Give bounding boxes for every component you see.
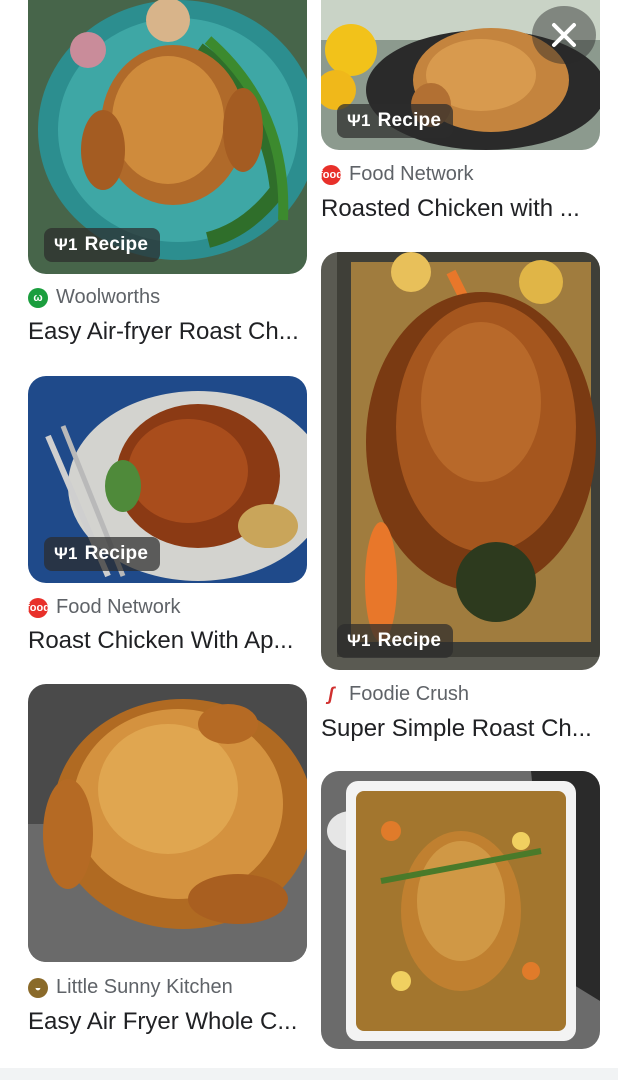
source-label[interactable]: ω Woolworths bbox=[28, 286, 160, 309]
close-icon bbox=[552, 23, 576, 47]
source-label[interactable]: ʃ Foodie Crush bbox=[321, 683, 469, 706]
result-title[interactable]: Roast Chicken With Ap... bbox=[28, 627, 313, 655]
result-thumbnail[interactable]: Ψ1 Recipe bbox=[321, 252, 600, 670]
close-button[interactable] bbox=[532, 6, 596, 64]
result-title[interactable]: Easy Air-fryer Roast Ch... bbox=[28, 318, 313, 346]
bottom-scroll-edge bbox=[0, 1068, 618, 1080]
fork-knife-icon: Ψ1 bbox=[347, 631, 371, 650]
result-thumbnail[interactable]: Ψ1 Recipe bbox=[28, 0, 307, 274]
fork-knife-icon: Ψ1 bbox=[54, 544, 78, 563]
result-thumbnail[interactable] bbox=[321, 771, 600, 1049]
little-sunny-kitchen-logo: ◒ bbox=[28, 977, 48, 998]
woolworths-logo: ω bbox=[28, 287, 48, 308]
recipe-badge: Ψ1 Recipe bbox=[337, 104, 454, 138]
result-title[interactable]: Super Simple Roast Ch... bbox=[321, 715, 611, 743]
recipe-badge: Ψ1 Recipe bbox=[44, 228, 161, 262]
source-label[interactable]: food Food Network bbox=[319, 163, 473, 186]
recipe-badge: Ψ1 Recipe bbox=[337, 624, 454, 658]
recipe-badge: Ψ1 Recipe bbox=[44, 537, 161, 571]
food-network-logo: food bbox=[319, 164, 343, 185]
food-network-logo: food bbox=[26, 597, 50, 618]
fork-knife-icon: Ψ1 bbox=[54, 235, 78, 254]
source-label[interactable]: food Food Network bbox=[26, 596, 180, 619]
foodie-crush-logo: ʃ bbox=[328, 684, 334, 704]
result-thumbnail[interactable]: Ψ1 Recipe bbox=[28, 376, 307, 583]
fork-knife-icon: Ψ1 bbox=[347, 111, 371, 130]
source-label[interactable]: ◒ Little Sunny Kitchen bbox=[28, 976, 233, 999]
result-title[interactable]: Roasted Chicken with ... bbox=[321, 195, 611, 223]
result-title[interactable]: Easy Air Fryer Whole C... bbox=[28, 1008, 313, 1036]
result-thumbnail[interactable] bbox=[28, 684, 307, 962]
